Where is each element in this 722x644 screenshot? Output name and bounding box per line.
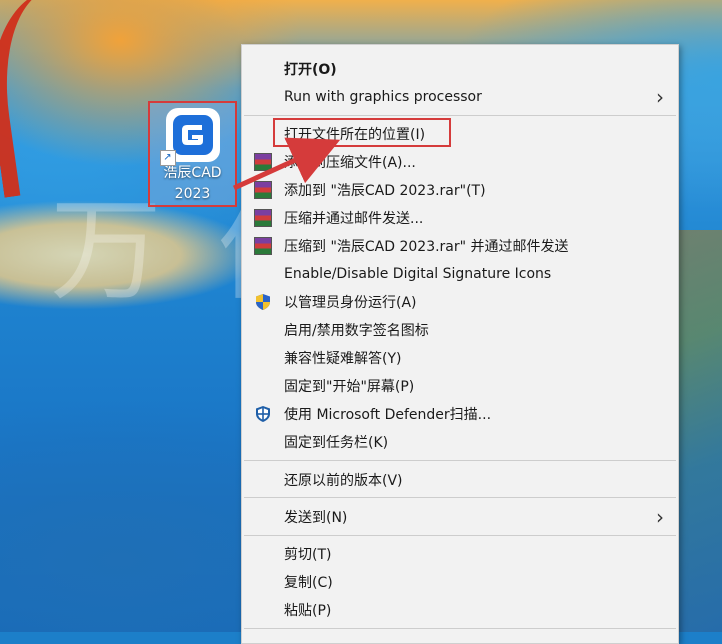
menu-item-compress-rar-email[interactable]: 压缩到 "浩辰CAD 2023.rar" 并通过邮件发送 bbox=[242, 232, 678, 259]
menu-item-cut[interactable]: 剪切(T) bbox=[242, 540, 678, 567]
menu-item-label: 固定到"开始"屏幕(P) bbox=[284, 378, 415, 395]
menu-item-add-to-rar[interactable]: 添加到 "浩辰CAD 2023.rar"(T) bbox=[242, 176, 678, 203]
menu-item-open[interactable]: 打开(O) bbox=[242, 55, 678, 82]
menu-item-compress-email[interactable]: 压缩并通过邮件发送... bbox=[242, 204, 678, 231]
menu-item-label: 添加到压缩文件(A)... bbox=[284, 154, 416, 171]
menu-item-run-with-gpu[interactable]: Run with graphics processor › bbox=[242, 83, 678, 110]
menu-item-label: 固定到任务栏(K) bbox=[284, 434, 389, 451]
menu-item-label: 兼容性疑难解答(Y) bbox=[284, 350, 402, 367]
menu-item-label: 发送到(N) bbox=[284, 509, 348, 526]
menu-separator bbox=[244, 628, 676, 629]
menu-separator bbox=[244, 460, 676, 461]
menu-item-pin-to-taskbar[interactable]: 固定到任务栏(K) bbox=[242, 428, 678, 455]
menu-item-label: 使用 Microsoft Defender扫描... bbox=[284, 406, 492, 423]
menu-item-compat-troubleshoot[interactable]: 兼容性疑难解答(Y) bbox=[242, 344, 678, 371]
highlight-box-open-location bbox=[273, 118, 451, 147]
menu-item-digital-signature-en[interactable]: Enable/Disable Digital Signature Icons bbox=[242, 260, 678, 287]
gstarcad-app-icon: ↗ bbox=[159, 108, 220, 166]
winrar-icon bbox=[254, 208, 272, 227]
menu-item-label: Enable/Disable Digital Signature Icons bbox=[284, 265, 552, 282]
menu-item-defender-scan[interactable]: 使用 Microsoft Defender扫描... bbox=[242, 400, 678, 427]
menu-item-label: 启用/禁用数字签名图标 bbox=[284, 322, 429, 339]
menu-item-pin-to-start[interactable]: 固定到"开始"屏幕(P) bbox=[242, 372, 678, 399]
menu-item-copy[interactable]: 复制(C) bbox=[242, 568, 678, 595]
menu-item-label: 复制(C) bbox=[284, 574, 333, 591]
winrar-icon bbox=[254, 180, 272, 199]
chevron-right-icon: › bbox=[656, 84, 664, 109]
uac-shield-icon bbox=[254, 293, 272, 311]
menu-item-run-as-admin[interactable]: 以管理员身份运行(A) bbox=[242, 288, 678, 315]
winrar-icon bbox=[254, 152, 272, 171]
desktop-icon-label-line1: 浩辰CAD bbox=[163, 165, 222, 181]
context-menu: 打开(O) Run with graphics processor › 打开文件… bbox=[241, 44, 679, 644]
shortcut-arrow-icon: ↗ bbox=[159, 150, 176, 166]
menu-item-label: 压缩并通过邮件发送... bbox=[284, 210, 424, 227]
menu-item-label: 粘贴(P) bbox=[284, 602, 332, 619]
menu-item-send-to[interactable]: 发送到(N) › bbox=[242, 503, 678, 530]
chevron-right-icon: › bbox=[656, 504, 664, 529]
menu-item-label: 打开(O) bbox=[284, 61, 337, 78]
menu-item-label: 以管理员身份运行(A) bbox=[284, 294, 417, 311]
menu-item-add-to-archive[interactable]: 添加到压缩文件(A)... bbox=[242, 148, 678, 175]
menu-item-paste[interactable]: 粘贴(P) bbox=[242, 596, 678, 623]
menu-separator bbox=[244, 115, 676, 116]
menu-item-label: 剪切(T) bbox=[284, 546, 332, 563]
menu-separator bbox=[244, 497, 676, 498]
menu-item-restore-versions[interactable]: 还原以前的版本(V) bbox=[242, 466, 678, 493]
desktop-icon-gstarcad[interactable]: ↗ 浩辰CAD 2023 bbox=[148, 101, 237, 207]
menu-item-label: Run with graphics processor bbox=[284, 88, 482, 105]
menu-item-label: 压缩到 "浩辰CAD 2023.rar" 并通过邮件发送 bbox=[284, 238, 569, 255]
menu-item-label: 还原以前的版本(V) bbox=[284, 472, 403, 489]
menu-item-label: 添加到 "浩辰CAD 2023.rar"(T) bbox=[284, 182, 486, 199]
menu-item-digital-signature-zh[interactable]: 启用/禁用数字签名图标 bbox=[242, 316, 678, 343]
desktop-icon-label-line2: 2023 bbox=[174, 186, 211, 202]
winrar-icon bbox=[254, 236, 272, 255]
menu-separator bbox=[244, 535, 676, 536]
defender-icon bbox=[254, 405, 272, 423]
